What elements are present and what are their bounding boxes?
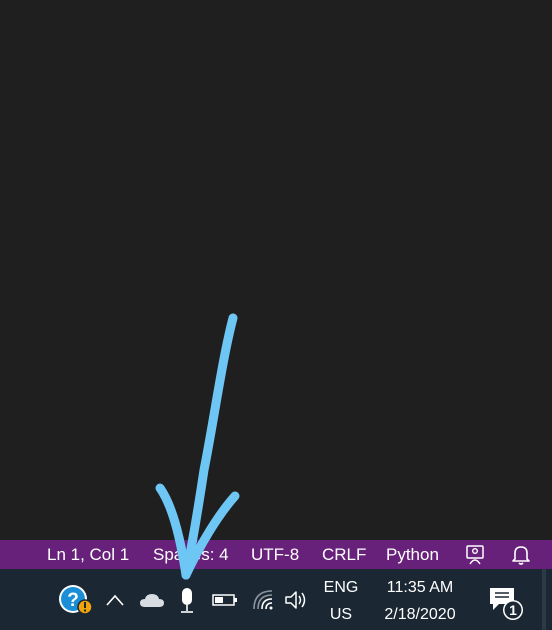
clock-time[interactable]: 11:35 AM: [372, 579, 468, 597]
wifi-icon[interactable]: [251, 587, 275, 613]
language-mode-status[interactable]: Python: [386, 540, 439, 569]
battery-icon[interactable]: [212, 591, 238, 609]
cursor-position-status[interactable]: Ln 1, Col 1: [47, 540, 129, 569]
windows-taskbar: ? ENG US 11:35 AM 2/18/2020 1: [0, 569, 552, 630]
bell-icon[interactable]: [511, 544, 531, 566]
input-language[interactable]: ENG: [320, 579, 362, 597]
svg-text:?: ?: [67, 590, 79, 611]
help-icon[interactable]: ?: [57, 583, 93, 617]
clock-date[interactable]: 2/18/2020: [372, 606, 468, 624]
line-ending-status[interactable]: CRLF: [322, 540, 366, 569]
chevron-up-icon[interactable]: [104, 591, 126, 609]
editor-area[interactable]: [0, 0, 552, 540]
encoding-status[interactable]: UTF-8: [251, 540, 299, 569]
notification-count-badge: 1: [509, 602, 517, 618]
input-region[interactable]: US: [320, 606, 362, 624]
feedback-person-icon[interactable]: [464, 544, 486, 566]
indentation-status[interactable]: Spaces: 4: [153, 540, 229, 569]
show-desktop-divider[interactable]: [542, 569, 546, 630]
status-bar: Ln 1, Col 1 Spaces: 4 UTF-8 CRLF Python: [0, 540, 552, 569]
microphone-icon[interactable]: [176, 585, 198, 615]
onedrive-cloud-icon[interactable]: [138, 589, 166, 611]
volume-icon[interactable]: [283, 587, 309, 613]
